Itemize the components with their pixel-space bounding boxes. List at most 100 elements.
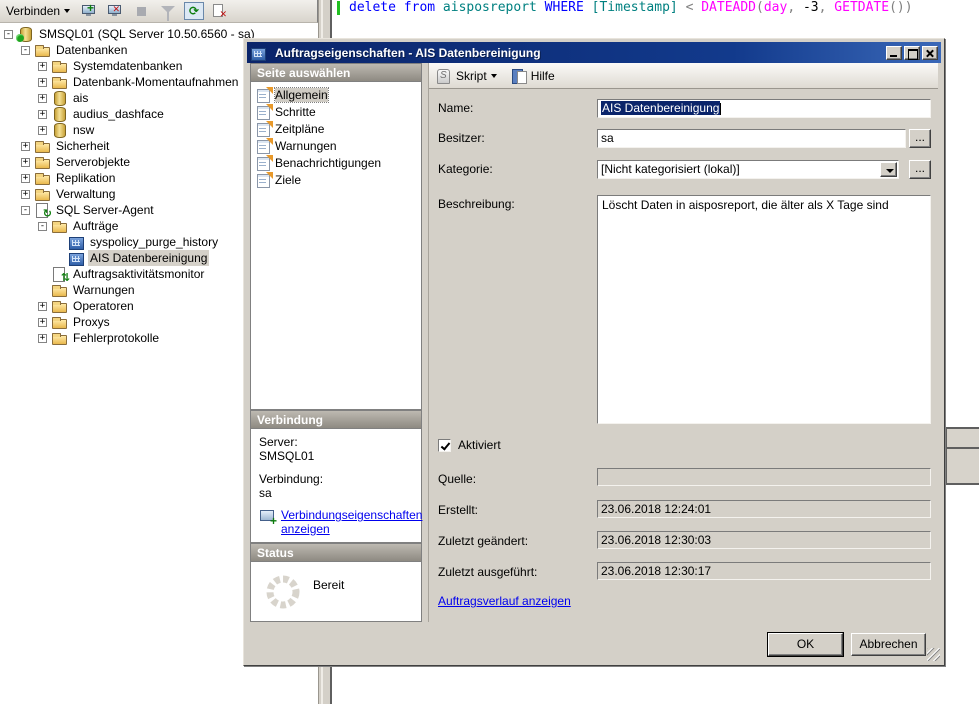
delete-script-icon[interactable] xyxy=(210,2,230,20)
page-item-general[interactable]: Allgemein xyxy=(253,86,419,103)
sql-token: , xyxy=(787,0,803,15)
expander-icon[interactable]: - xyxy=(4,30,13,39)
enabled-checkbox[interactable] xyxy=(438,439,451,452)
form-fields: Name: AIS Datenbereinigung Besitzer: sa … xyxy=(429,89,938,622)
minimize-button[interactable] xyxy=(886,46,902,60)
expander-icon[interactable]: - xyxy=(21,46,30,55)
sql-token: , xyxy=(819,0,835,15)
connection-header: Verbindung xyxy=(250,410,422,428)
expander-icon[interactable]: - xyxy=(38,222,47,231)
dialog-titlebar[interactable]: Auftragseigenschaften - AIS Datenbereini… xyxy=(247,42,941,63)
cancel-button[interactable]: Abbrechen xyxy=(851,633,926,656)
page-item-label: Zeitpläne xyxy=(275,122,324,136)
expander-icon[interactable]: + xyxy=(38,62,47,71)
expander-icon[interactable]: - xyxy=(21,206,30,215)
owner-field[interactable]: sa xyxy=(597,129,906,148)
server-value: SMSQL01 xyxy=(259,449,413,463)
page-item-steps[interactable]: Schritte xyxy=(253,103,419,120)
background-window-fragment xyxy=(945,427,979,449)
connection-properties-link[interactable]: Verbindungseigenschaften anzeigen xyxy=(281,508,422,536)
chevron-down-icon[interactable] xyxy=(491,74,497,78)
text-caret xyxy=(720,103,721,115)
expander-icon[interactable]: + xyxy=(38,302,47,311)
folder-icon xyxy=(34,43,50,57)
folder-icon xyxy=(51,299,67,313)
page-item-label: Ziele xyxy=(275,173,301,187)
created-field: 23.06.2018 12:24:01 xyxy=(597,500,931,518)
database-icon xyxy=(51,123,67,137)
app-window: Verbinden -SMSQL01 (SQL Server 10.50.656… xyxy=(0,0,979,704)
maximize-button[interactable] xyxy=(904,46,920,60)
sql-token: WHERE xyxy=(545,0,592,15)
connect-button-label: Verbinden xyxy=(6,4,60,18)
category-browse-button[interactable]: ... xyxy=(909,160,931,179)
connect-object-explorer-icon[interactable] xyxy=(80,2,100,20)
tree-item-label: Proxys xyxy=(71,314,112,330)
page-icon xyxy=(256,156,271,170)
sql-token: < xyxy=(686,0,702,15)
sql-token: DATEADD xyxy=(701,0,756,15)
tree-item-label-selected: AIS Datenbereinigung xyxy=(88,250,209,266)
sql-token: aisposreport xyxy=(443,0,545,15)
pages-list: Allgemein Schritte Zeitpläne Warnungen B… xyxy=(250,81,422,410)
expander-icon[interactable]: + xyxy=(38,110,47,119)
help-button[interactable]: Hilfe xyxy=(531,69,555,83)
server-label: Server: xyxy=(259,435,413,449)
sql-query-line[interactable]: delete from aisposreport WHERE [Timestam… xyxy=(349,0,913,15)
dropdown-arrow-icon[interactable] xyxy=(880,162,897,177)
owner-label: Besitzer: xyxy=(438,131,485,145)
category-dropdown[interactable]: [Nicht kategorisiert (lokal)] xyxy=(597,160,899,179)
folder-icon xyxy=(34,155,50,169)
connection-properties-icon xyxy=(259,508,277,524)
page-icon xyxy=(256,122,271,136)
name-field[interactable]: AIS Datenbereinigung xyxy=(597,99,931,118)
name-value-selected: AIS Datenbereinigung xyxy=(601,101,720,115)
description-textarea[interactable]: Löscht Daten in aisposreport, die älter … xyxy=(597,195,931,424)
page-item-targets[interactable]: Ziele xyxy=(253,171,419,188)
refresh-icon[interactable] xyxy=(184,2,204,20)
connect-dropdown-button[interactable]: Verbinden xyxy=(2,2,74,20)
folder-icon xyxy=(51,59,67,73)
expander-icon[interactable]: + xyxy=(38,334,47,343)
tree-item-label: Fehlerprotokolle xyxy=(71,330,161,346)
dialog-title: Auftragseigenschaften - AIS Datenbereini… xyxy=(275,46,884,60)
script-icon xyxy=(435,68,452,84)
expander-icon[interactable]: + xyxy=(38,126,47,135)
status-value: Bereit xyxy=(313,578,344,592)
script-button[interactable]: Skript xyxy=(456,69,487,83)
tree-item-label: Warnungen xyxy=(71,282,137,298)
ok-button[interactable]: OK xyxy=(768,633,843,656)
last-run-field: 23.06.2018 12:30:17 xyxy=(597,562,931,580)
folder-icon xyxy=(34,187,50,201)
expander-icon[interactable]: + xyxy=(38,78,47,87)
page-item-alerts[interactable]: Warnungen xyxy=(253,137,419,154)
modified-label: Zuletzt geändert: xyxy=(438,534,528,548)
job-history-link[interactable]: Auftragsverlauf anzeigen xyxy=(438,594,571,608)
page-item-label: Schritte xyxy=(275,105,316,119)
sql-token: GETDATE xyxy=(834,0,889,15)
disconnect-icon[interactable] xyxy=(106,2,126,20)
tree-item-label: Replikation xyxy=(54,170,117,186)
expander-icon[interactable]: + xyxy=(21,142,30,151)
page-item-notifications[interactable]: Benachrichtigungen xyxy=(253,154,419,171)
close-button[interactable] xyxy=(922,46,938,60)
folder-icon xyxy=(51,331,67,345)
folder-icon xyxy=(34,139,50,153)
expander-icon[interactable]: + xyxy=(21,190,30,199)
tree-item-label: Aufträge xyxy=(71,218,120,234)
tree-item-label: Serverobjekte xyxy=(54,154,132,170)
status-panel: Bereit xyxy=(250,561,422,622)
category-value: [Nicht kategorisiert (lokal)] xyxy=(601,162,740,176)
connection-label: Verbindung: xyxy=(259,472,413,486)
tree-item-label: ais xyxy=(71,90,90,106)
modified-field: 23.06.2018 12:30:03 xyxy=(597,531,931,549)
source-field xyxy=(597,468,931,486)
expander-icon[interactable]: + xyxy=(21,174,30,183)
expander-icon[interactable]: + xyxy=(21,158,30,167)
folder-icon xyxy=(51,315,67,329)
expander-icon[interactable]: + xyxy=(38,94,47,103)
resize-grip[interactable] xyxy=(927,648,940,661)
owner-browse-button[interactable]: ... xyxy=(909,129,931,148)
expander-icon[interactable]: + xyxy=(38,318,47,327)
page-item-schedules[interactable]: Zeitpläne xyxy=(253,120,419,137)
